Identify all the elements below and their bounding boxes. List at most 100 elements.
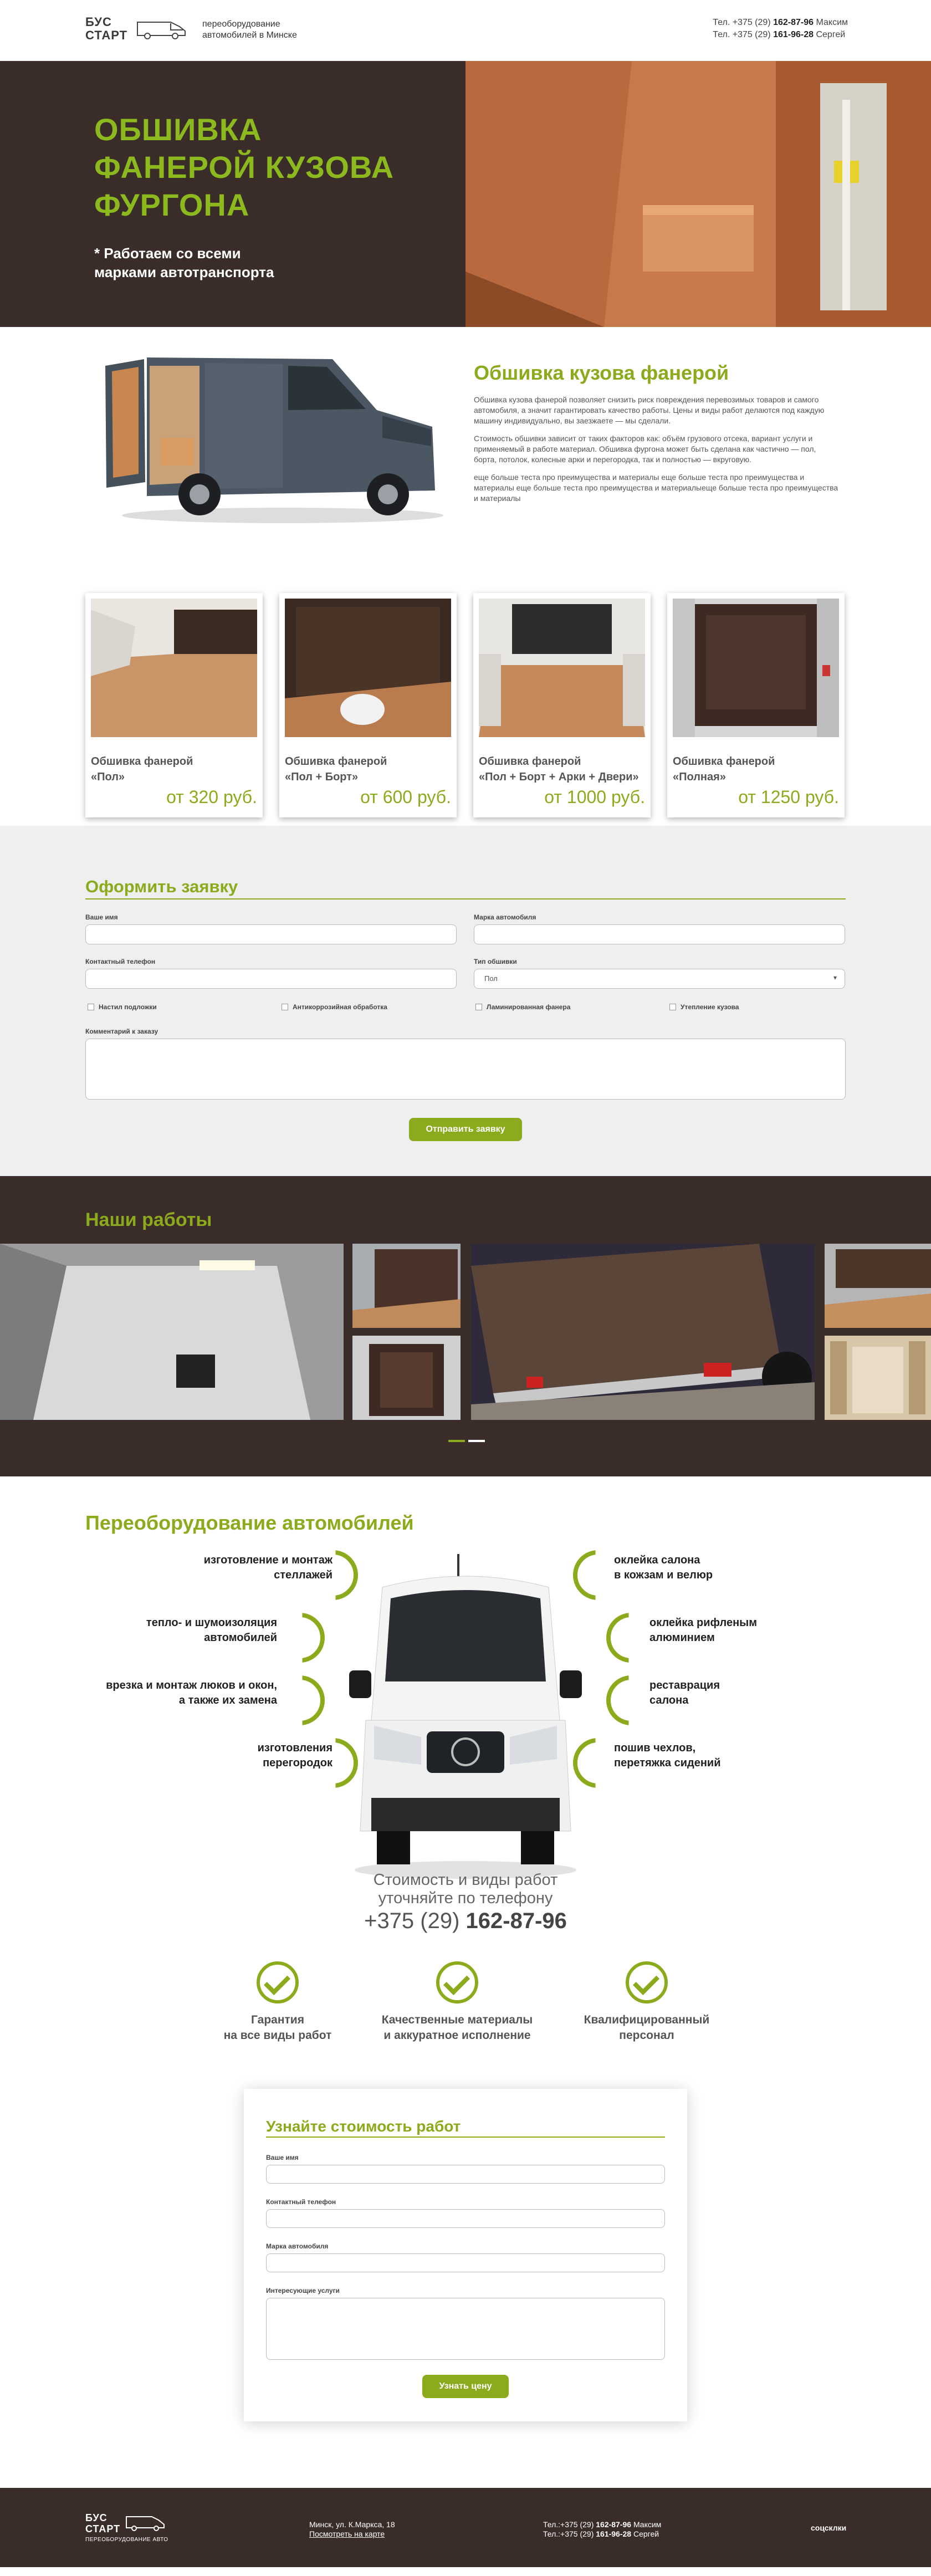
about-paragraph-2: Стоимость обшивки зависит от таких факто… [474, 434, 816, 464]
price-note: Стоимость и виды работ уточняйте по телеф… [373, 1871, 558, 1907]
feature-aluminum: оклейка рифленым алюминием [649, 1617, 758, 1644]
header-phone-2[interactable]: Тел. +375 (29) 161-96-28 Сергей [713, 29, 848, 41]
van-photo [105, 357, 443, 523]
hero-image [466, 61, 931, 327]
social-links[interactable]: соцсклки [811, 2523, 846, 2532]
card-price: от 1000 руб. [544, 787, 645, 807]
gallery-photo[interactable] [0, 1244, 344, 1420]
pricing-cards: Обшивка фанерой «Пол» от 320 руб. Обшивка… [0, 565, 931, 826]
card-photo [479, 599, 645, 737]
service-label: Интересующие услуги [266, 2287, 340, 2294]
conversion-title: Переоборудование автомобилей [85, 1511, 414, 1534]
name-label: Ваше имя [85, 913, 118, 921]
feature-arc [302, 1675, 325, 1725]
about-paragraph-3: еще больше теста про преимущества и мате… [474, 473, 838, 503]
works-title: Наши работы [85, 1209, 212, 1230]
type-label: Тип обшивки [474, 958, 517, 965]
feature-arc [302, 1613, 325, 1663]
feature-arc [606, 1675, 629, 1725]
phone-input[interactable] [85, 969, 457, 989]
feature-insulation: тепло- и шумоизоляция автомобилей [146, 1617, 277, 1644]
pagination-dot[interactable] [448, 1440, 465, 1442]
feature-hatches: врезка и монтаж люков и окон, а также их … [106, 1679, 277, 1706]
gallery-photo[interactable] [352, 1336, 461, 1420]
card-name: Обшивка фанерой «Пол + Борт» [285, 755, 387, 783]
card-photo [285, 599, 451, 737]
checkbox-laminated[interactable]: Ламинированная фанера [475, 1003, 570, 1011]
footer-phones: Тел.:+375 (29) 162-87-96 Максим Тел.:+37… [543, 2520, 661, 2539]
price-card-floor-side[interactable]: Обшивка фанерой «Пол + Борт» от 600 руб. [279, 593, 457, 817]
checkbox-box[interactable] [475, 1004, 482, 1010]
price-card-floor-side-arch-doors[interactable]: Обшивка фанерой «Пол + Борт + Арки + Двер… [473, 593, 651, 817]
hero-subtitle: * Работаем со всеми марками автотранспорт… [94, 245, 274, 280]
phone-label: Контактный телефон [85, 958, 156, 965]
car-input[interactable] [266, 2253, 665, 2272]
feature-restoration: реставрация салона [649, 1679, 720, 1706]
order-form-section: Оформить заявку Ваше имя Марка автомобил… [0, 826, 931, 1176]
checkbox-box[interactable] [282, 1004, 288, 1010]
about-text: Обшивка кузова фанерой позволяет снизить… [474, 395, 840, 511]
works-gallery-section: Наши работы [0, 1176, 931, 1476]
price-card-full[interactable]: Обшивка фанерой «Полная» от 1250 руб. [667, 593, 845, 817]
chevron-down-icon: ▾ [833, 974, 837, 982]
site-footer: БУС СТАРТ ПЕРЕОБОРУДОВАНИЕ АВТО Минск, ул… [0, 2488, 931, 2567]
type-select[interactable]: Пол ▾ [474, 969, 845, 989]
map-link[interactable]: Посмотреть на карте [309, 2529, 385, 2538]
feature-shelving: изготовление и монтаж стеллажей [203, 1554, 332, 1581]
footer-phone-1[interactable]: Тел.:+375 (29) 162-87-96 Максим [543, 2520, 661, 2529]
card-name: Обшивка фанерой «Полная» [673, 755, 775, 783]
phone-label: Контактный телефон [266, 2198, 336, 2206]
logo-line2: СТАРТ [85, 28, 128, 42]
feature-upholstery: оклейка салона в кожзам и велюр [614, 1554, 713, 1581]
checkbox-insulation[interactable]: Утепление кузова [669, 1003, 739, 1011]
gallery-photo[interactable] [825, 1336, 931, 1420]
order-form-title: Оформить заявку [85, 877, 238, 896]
cost-form-title: Узнайте стоимость работ [266, 2118, 461, 2135]
gallery-pagination [447, 1435, 487, 1445]
car-label: Марка автомобиля [474, 913, 536, 921]
phone-input[interactable] [266, 2209, 665, 2228]
card-photo [91, 599, 257, 737]
checkbox-underlay[interactable]: Настил подложки [88, 1003, 157, 1011]
gallery-photo[interactable] [825, 1244, 931, 1328]
header-phones: Тел. +375 (29) 162-87-96 Максим Тел. +37… [713, 17, 848, 41]
gallery-photo[interactable] [352, 1244, 461, 1328]
card-price: от 320 руб. [166, 787, 257, 807]
price-phone[interactable]: +375 (29) 162-87-96 [0, 1909, 931, 1934]
card-photo [673, 599, 839, 737]
checkbox-box[interactable] [88, 1004, 94, 1010]
logo[interactable]: БУС СТАРТ [85, 15, 186, 42]
check-circle-icon [257, 1961, 299, 2003]
advantage-staff: Квалифицированный персонал [564, 1961, 730, 2043]
header-phone-1[interactable]: Тел. +375 (29) 162-87-96 Максим [713, 17, 848, 29]
card-name: Обшивка фанерой «Пол» [91, 755, 193, 783]
service-textarea[interactable] [266, 2298, 665, 2360]
about-paragraph-1: Обшивка кузова фанерой позволяет снизить… [474, 395, 825, 425]
van-logo-icon [137, 22, 186, 39]
get-price-button[interactable]: Узнать цену [422, 2375, 509, 2398]
footer-tagline: ПЕРЕОБОРУДОВАНИЕ АВТО [85, 2537, 168, 2543]
feature-partitions: изготовления перегородок [257, 1742, 332, 1769]
card-price: от 600 руб. [360, 787, 451, 807]
checkbox-box[interactable] [669, 1004, 676, 1010]
pagination-dot[interactable] [468, 1440, 485, 1442]
name-label: Ваше имя [266, 2154, 299, 2161]
footer-logo[interactable]: БУС СТАРТ [85, 2512, 165, 2534]
name-input[interactable] [266, 2165, 665, 2184]
gallery-photo[interactable] [471, 1244, 815, 1420]
card-name: Обшивка фанерой «Пол + Борт + Арки + Двер… [479, 755, 639, 783]
title-divider [85, 898, 846, 899]
feature-seat-covers: пошив чехлов, перетяжка сидений [614, 1742, 721, 1769]
price-card-floor[interactable]: Обшивка фанерой «Пол» от 320 руб. [85, 593, 263, 817]
about-section: Обшивка кузова фанерой Обшивка кузова фа… [0, 327, 931, 565]
check-circle-icon [436, 1961, 478, 2003]
name-input[interactable] [85, 924, 457, 944]
about-title: Обшивка кузова фанерой [474, 361, 729, 384]
submit-order-button[interactable]: Отправить заявку [409, 1118, 522, 1141]
comment-textarea[interactable] [85, 1039, 846, 1100]
footer-phone-2[interactable]: Тел.:+375 (29) 161-96-28 Сергей [543, 2529, 661, 2539]
feature-arc [606, 1613, 629, 1663]
logo-line1: БУС [85, 15, 112, 29]
car-input[interactable] [474, 924, 845, 944]
checkbox-anticorrosion[interactable]: Антикоррозийная обработка [282, 1003, 387, 1011]
